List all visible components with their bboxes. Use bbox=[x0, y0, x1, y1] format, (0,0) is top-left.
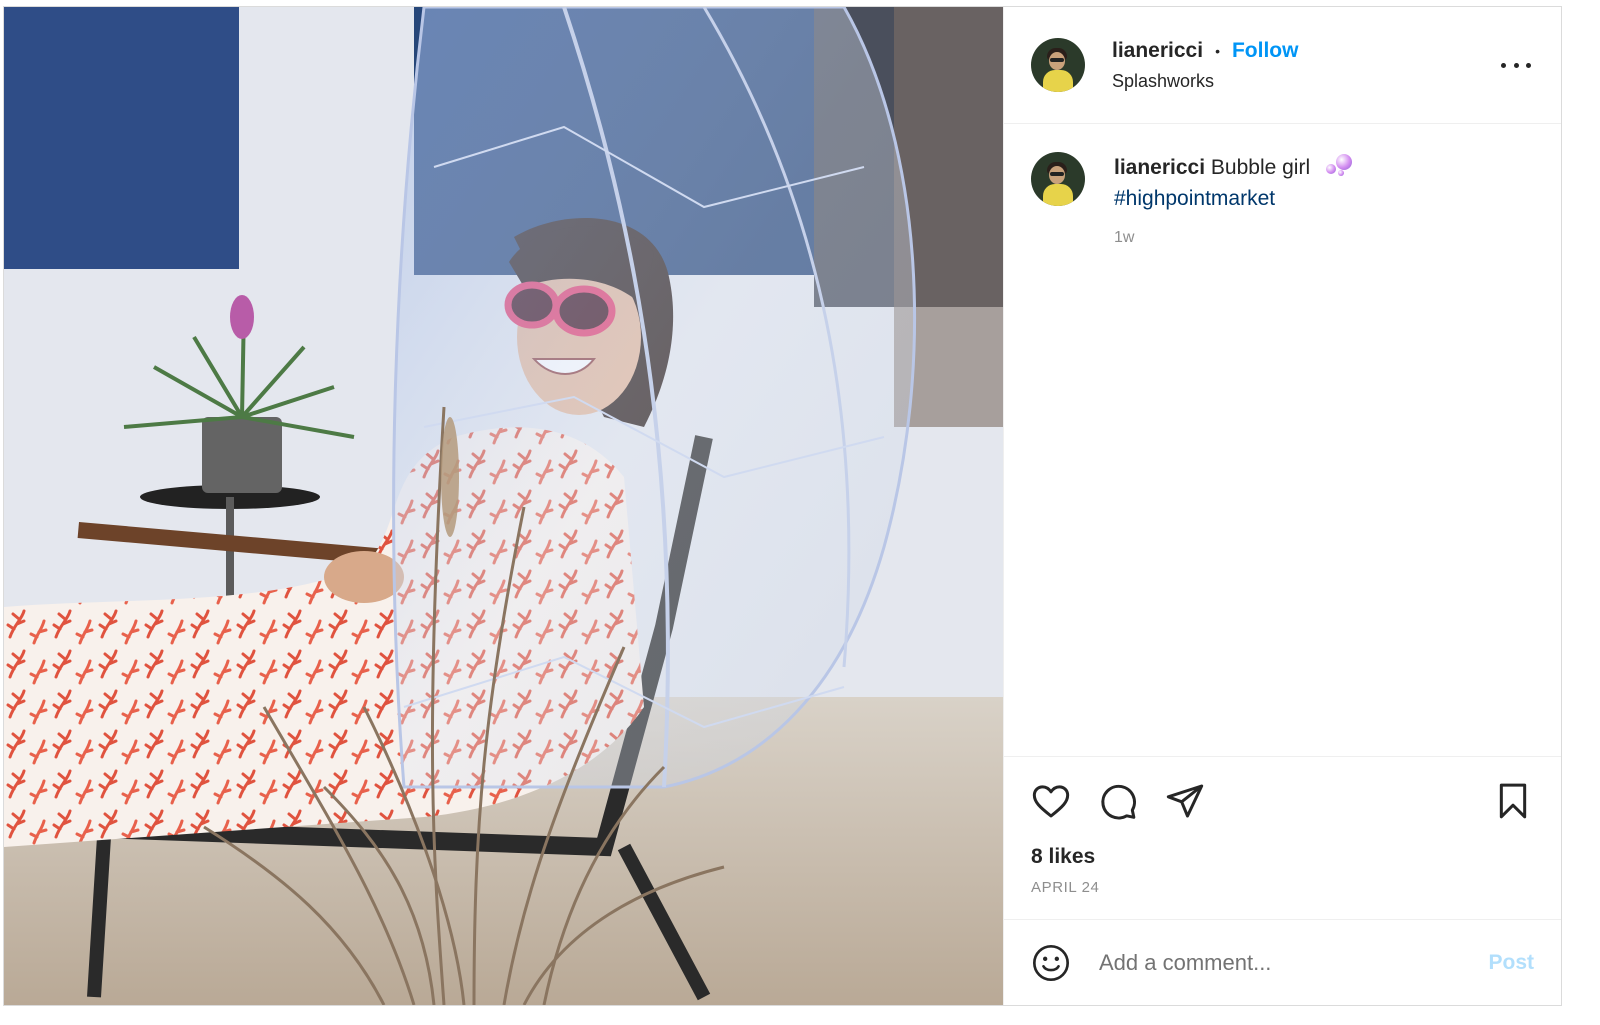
header-line: lianericci • Follow bbox=[1112, 39, 1298, 63]
more-options-icon[interactable] bbox=[1501, 57, 1531, 73]
caption-avatar[interactable] bbox=[1031, 152, 1085, 206]
photo-illustration bbox=[4, 7, 1003, 1005]
author-avatar[interactable] bbox=[1031, 38, 1085, 92]
post-side-panel: lianericci • Follow Splashworks lianeric… bbox=[1003, 7, 1561, 1005]
header-text: lianericci • Follow Splashworks bbox=[1112, 39, 1298, 92]
comments-section: lianericci Bubble girl #highpointmarket … bbox=[1004, 124, 1561, 756]
separator-dot: • bbox=[1215, 42, 1220, 59]
follow-button[interactable]: Follow bbox=[1232, 39, 1299, 63]
action-icons bbox=[1031, 757, 1534, 845]
likes-count[interactable]: 8 likes bbox=[1031, 845, 1534, 869]
comment-bubble-icon[interactable] bbox=[1098, 781, 1138, 821]
post-date[interactable]: APRIL 24 bbox=[1031, 879, 1534, 896]
comment-bar: Post bbox=[1004, 919, 1561, 1005]
comment-input[interactable] bbox=[1097, 948, 1489, 977]
post-photo[interactable] bbox=[4, 7, 1003, 1005]
bubbles-emoji-icon bbox=[1324, 154, 1354, 176]
post-comment-button[interactable]: Post bbox=[1488, 951, 1534, 975]
smiley-icon[interactable] bbox=[1031, 943, 1071, 983]
caption-username[interactable]: lianericci bbox=[1114, 156, 1205, 179]
paper-plane-icon[interactable] bbox=[1165, 781, 1205, 821]
post-header: lianericci • Follow Splashworks bbox=[1004, 7, 1561, 124]
post-container: lianericci • Follow Splashworks lianeric… bbox=[3, 6, 1562, 1006]
caption-body: lianericci Bubble girl #highpointmarket … bbox=[1114, 152, 1354, 253]
heart-icon[interactable] bbox=[1031, 781, 1071, 821]
author-username[interactable]: lianericci bbox=[1112, 39, 1203, 63]
post-location[interactable]: Splashworks bbox=[1112, 71, 1298, 92]
caption-time: 1w bbox=[1114, 229, 1135, 246]
actions-section: 8 likes APRIL 24 bbox=[1004, 756, 1561, 919]
caption-text: Bubble girl bbox=[1210, 156, 1311, 179]
caption-hashtag[interactable]: #highpointmarket bbox=[1114, 183, 1354, 214]
bookmark-icon[interactable] bbox=[1493, 781, 1533, 821]
caption-row: lianericci Bubble girl #highpointmarket … bbox=[1031, 152, 1534, 253]
